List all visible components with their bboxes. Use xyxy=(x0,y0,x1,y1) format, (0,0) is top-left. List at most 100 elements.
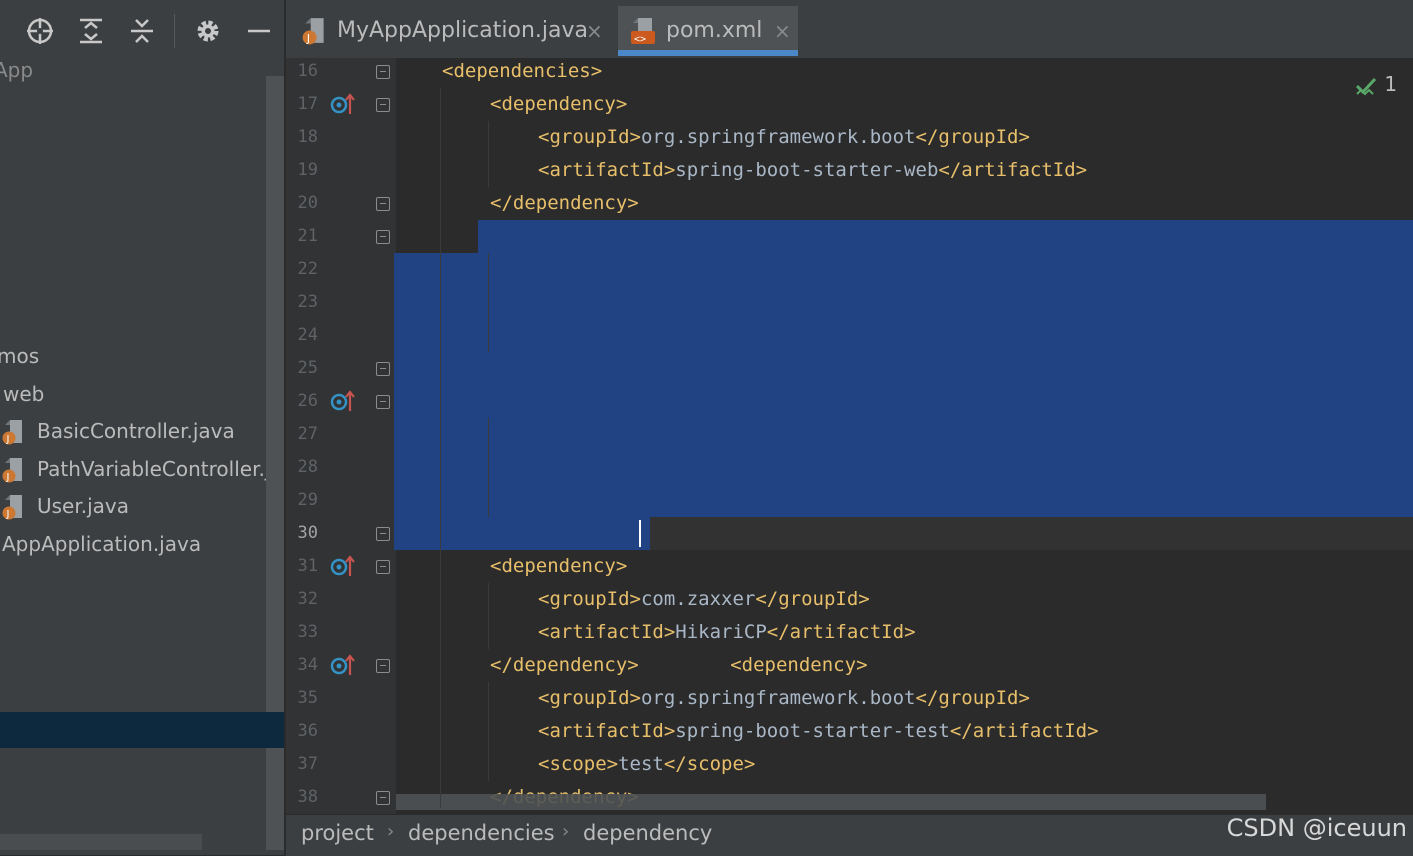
xml-tag: </groupId> xyxy=(916,126,1030,148)
close-icon[interactable]: × xyxy=(774,6,791,56)
fold-marker-icon[interactable] xyxy=(376,362,390,376)
check-icon xyxy=(1354,74,1378,98)
editor-horizontal-scrollbar[interactable] xyxy=(396,794,1266,810)
xml-tag: </artifactId> xyxy=(950,720,1099,742)
line-number: 26 xyxy=(286,385,318,418)
fold-marker-icon[interactable] xyxy=(376,65,390,79)
code-line[interactable]: <groupId>com.zaxxer</groupId> xyxy=(538,583,870,616)
line-number: 24 xyxy=(286,319,318,352)
maven-override-icon[interactable] xyxy=(330,653,356,677)
line-number: 17 xyxy=(286,88,318,121)
xml-tag: </artifactId> xyxy=(767,621,916,643)
line-number: 20 xyxy=(286,187,318,220)
fold-marker-icon[interactable] xyxy=(376,527,390,541)
inspection-widget[interactable]: 1 xyxy=(1354,72,1397,98)
code-line[interactable]: <artifactId>spring-boot-starter-test</ar… xyxy=(538,715,1099,748)
line-number: 36 xyxy=(286,715,318,748)
gear-icon[interactable] xyxy=(193,16,223,46)
tree-item-app-partial[interactable]: App xyxy=(0,62,33,88)
maven-override-icon[interactable] xyxy=(330,92,356,116)
fold-marker-icon[interactable] xyxy=(376,98,390,112)
code-editor[interactable]: 1617181920212223242526272829303132333435… xyxy=(286,58,1413,814)
tree-item-path-variable-controller[interactable]: J PathVariableController.ja xyxy=(0,451,266,487)
svg-text:J: J xyxy=(6,509,10,520)
indent-guide xyxy=(488,121,489,187)
maven-override-icon[interactable] xyxy=(330,554,356,578)
xml-tag: </groupId> xyxy=(916,687,1030,709)
svg-text:<>: <> xyxy=(634,34,646,45)
svg-text:J: J xyxy=(6,434,10,445)
code-line[interactable]: <artifactId>spring-boot-starter-web</art… xyxy=(538,154,1087,187)
xml-text: spring-boot-starter-test xyxy=(675,720,950,742)
indent-guide xyxy=(488,583,489,649)
maven-override-icon[interactable] xyxy=(330,389,356,413)
line-number: 31 xyxy=(286,550,318,583)
selection xyxy=(394,253,1413,517)
collapse-all-icon[interactable] xyxy=(127,16,157,46)
selection xyxy=(394,517,650,550)
xml-tag: </groupId> xyxy=(755,588,869,610)
xml-tag: <dependencies> xyxy=(442,60,602,82)
line-number: 23 xyxy=(286,286,318,319)
tree-item-basic-controller[interactable]: J BasicController.java xyxy=(0,413,266,449)
breadcrumb-dependency[interactable]: dependency xyxy=(583,821,712,845)
line-number: 37 xyxy=(286,748,318,781)
breadcrumb-separator: › xyxy=(562,821,569,842)
tree-selected-row[interactable] xyxy=(0,712,284,748)
indent-guide xyxy=(488,682,489,781)
fold-marker-icon[interactable] xyxy=(376,230,390,244)
active-tab-indicator xyxy=(618,50,798,56)
line-number: 35 xyxy=(286,682,318,715)
line-number: 27 xyxy=(286,418,318,451)
line-number: 38 xyxy=(286,781,318,814)
close-icon[interactable]: × xyxy=(586,6,603,56)
tree-item-app-application[interactable]: AppApplication.java xyxy=(2,526,201,562)
xml-tag: <groupId> xyxy=(538,687,641,709)
code-line[interactable]: <artifactId>HikariCP</artifactId> xyxy=(538,616,916,649)
breadcrumb-project[interactable]: project xyxy=(301,821,374,845)
crosshair-icon[interactable] xyxy=(25,16,55,46)
watermark: CSDN @iceuun xyxy=(1227,814,1407,842)
xml-text xyxy=(639,654,731,676)
java-file-icon: J xyxy=(2,494,26,520)
tree-item-demos[interactable]: mos xyxy=(0,338,39,374)
breadcrumb-dependencies[interactable]: dependencies xyxy=(408,821,555,845)
tree-horizontal-scrollbar[interactable] xyxy=(0,834,202,850)
code-line[interactable]: <dependency> xyxy=(490,88,627,121)
tree-item-user[interactable]: J User.java xyxy=(0,488,266,524)
xml-tag: </dependency> xyxy=(490,654,639,676)
java-file-icon: J xyxy=(2,457,26,483)
tree-item-web[interactable]: web xyxy=(3,376,44,412)
minimize-icon[interactable] xyxy=(244,16,274,46)
project-toolbar xyxy=(0,0,284,62)
editor-gutter: 1617181920212223242526272829303132333435… xyxy=(286,58,396,814)
tab-my-app-application[interactable]: J MyAppApplication.java × xyxy=(296,6,612,56)
xml-tag: <groupId> xyxy=(538,588,641,610)
code-line[interactable]: <dependencies> xyxy=(442,58,602,88)
fold-marker-icon[interactable] xyxy=(376,197,390,211)
expand-all-icon[interactable] xyxy=(76,16,106,46)
code-line[interactable]: </dependency> <dependency> xyxy=(490,649,868,682)
xml-tag: </dependency> xyxy=(490,192,639,214)
fold-marker-icon[interactable] xyxy=(376,560,390,574)
code-line[interactable]: <dependency> xyxy=(490,550,627,583)
fold-marker-icon[interactable] xyxy=(376,659,390,673)
xml-tag: <dependency> xyxy=(730,654,867,676)
breadcrumb-separator: › xyxy=(387,821,394,842)
fold-marker-icon[interactable] xyxy=(376,791,390,805)
xml-tag: <dependency> xyxy=(490,555,627,577)
line-number: 28 xyxy=(286,451,318,484)
code-line[interactable]: <groupId>org.springframework.boot</group… xyxy=(538,682,1030,715)
code-line[interactable]: <groupId>org.springframework.boot</group… xyxy=(538,121,1030,154)
line-number: 21 xyxy=(286,220,318,253)
java-file-icon: J xyxy=(2,419,26,445)
java-file-icon: J xyxy=(302,17,328,45)
tree-item-label: User.java xyxy=(37,488,129,524)
tree-item-label: BasicController.java xyxy=(37,413,235,449)
xml-tag: <artifactId> xyxy=(538,159,675,181)
tab-pom-xml[interactable]: <> pom.xml × xyxy=(618,6,798,56)
fold-marker-icon[interactable] xyxy=(376,395,390,409)
xml-file-icon: <> xyxy=(630,17,658,45)
code-line[interactable]: <scope>test</scope> xyxy=(538,748,755,781)
code-line[interactable]: </dependency> xyxy=(490,187,639,220)
